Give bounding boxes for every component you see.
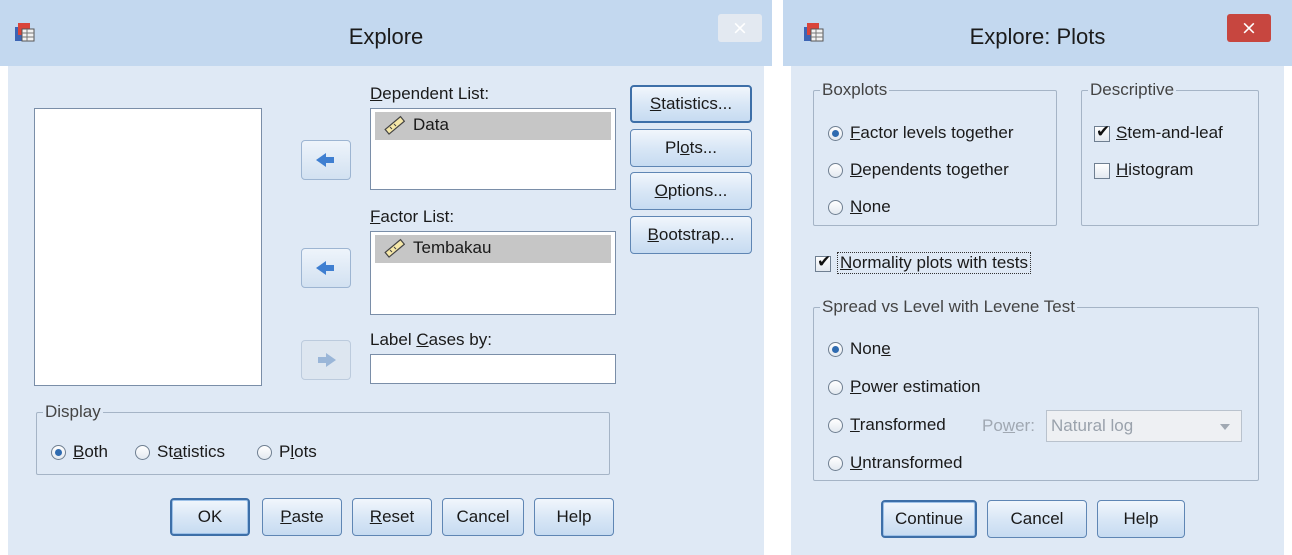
checkmark-icon: ✔ [1096, 122, 1111, 142]
display-statistics-label[interactable]: Statistics [157, 442, 225, 462]
bootstrap-button-text: ootstrap... [658, 225, 735, 244]
factor-list[interactable]: Tembakau [370, 231, 616, 315]
power-select[interactable]: Natural log [1046, 410, 1242, 442]
help-button[interactable]: Help [534, 498, 614, 536]
untransformed-label[interactable]: Untransformed [850, 453, 962, 473]
list-item[interactable]: Data [375, 112, 611, 140]
factor-item-label: Tembakau [413, 238, 492, 257]
plots-help-button-label: Help [1123, 509, 1159, 528]
options-button[interactable]: Options... [630, 172, 752, 210]
normality-checkbox[interactable]: ✔ [815, 252, 831, 272]
stem-and-leaf-label[interactable]: Stem-and-leaf [1116, 123, 1223, 143]
statistics-button[interactable]: Statistics... [630, 85, 752, 123]
dependent-list[interactable]: Data [370, 108, 616, 190]
descriptive-group: Descriptive ✔ Stem-and-leaf Histogram [1081, 80, 1259, 226]
stem-and-leaf-checkbox[interactable]: ✔ [1094, 122, 1110, 142]
arrow-right-icon [318, 353, 336, 367]
paste-button-text: aste [291, 507, 324, 526]
close-icon[interactable]: × [1227, 14, 1271, 42]
move-to-label-cases-button[interactable] [301, 340, 351, 380]
factor-levels-together-radio[interactable] [828, 126, 843, 141]
close-glyph: × [1241, 17, 1257, 39]
scale-ruler-icon [384, 238, 405, 258]
ok-button-label: OK [197, 507, 223, 526]
dependent-item-label: Data [413, 115, 449, 134]
close-icon[interactable]: × [718, 14, 762, 42]
untransformed-radio[interactable] [828, 456, 843, 471]
boxplots-group: Boxplots Factor levels together Dependen… [813, 80, 1057, 226]
paste-button[interactable]: Paste [262, 498, 342, 536]
spread-level-group: Spread vs Level with Levene Test None Po… [813, 297, 1259, 481]
label-cases-label: Label Cases by: [370, 330, 492, 350]
display-plots-radio[interactable] [257, 445, 272, 460]
display-both-label[interactable]: Both [73, 442, 108, 462]
cancel-button[interactable]: Cancel [442, 498, 524, 536]
source-variable-list[interactable] [34, 108, 262, 386]
explore-titlebar: Explore × [0, 0, 772, 66]
plots-button-text: Plots... [665, 138, 717, 157]
histogram-checkbox[interactable] [1094, 163, 1110, 179]
move-to-factor-button[interactable] [301, 248, 351, 288]
dependents-together-radio[interactable] [828, 163, 843, 178]
plots-help-button[interactable]: Help [1097, 500, 1185, 538]
continue-button[interactable]: Continue [881, 500, 977, 538]
boxplot-none-radio[interactable] [828, 200, 843, 215]
statistics-button-text: tatistics... [661, 94, 733, 113]
arrow-left-icon [316, 153, 334, 167]
display-statistics-radio[interactable] [135, 445, 150, 460]
dependents-together-label[interactable]: Dependents together [850, 160, 1009, 180]
normality-label[interactable]: Normality plots with tests [837, 252, 1032, 274]
reset-button[interactable]: Reset [352, 498, 432, 536]
boxplots-legend: Boxplots [820, 80, 890, 100]
factor-list-label-text: actor List: [380, 207, 455, 226]
bootstrap-button[interactable]: Bootstrap... [630, 216, 752, 254]
label-cases-label-text: Label Cases by: [370, 330, 492, 349]
checkmark-icon: ✔ [817, 252, 832, 272]
list-item[interactable]: Tembakau [375, 235, 611, 263]
dependent-list-label-text: ependent List: [382, 84, 490, 103]
continue-button-label: Continue [894, 509, 964, 528]
move-to-dependent-button[interactable] [301, 140, 351, 180]
transformed-radio[interactable] [828, 418, 843, 433]
help-button-label: Help [556, 507, 592, 526]
explore-client: Dependent List: Data Factor List: Tembak… [8, 66, 764, 555]
ok-button[interactable]: OK [170, 498, 250, 536]
power-estimation-radio[interactable] [828, 380, 843, 395]
transformed-label[interactable]: Transformed [850, 415, 946, 435]
power-label: Power: [982, 416, 1035, 435]
cancel-button-label: Cancel [456, 507, 510, 526]
options-button-text: ptions... [667, 181, 728, 200]
plots-cancel-button[interactable]: Cancel [987, 500, 1087, 538]
power-estimation-label[interactable]: Power estimation [850, 377, 980, 397]
factor-levels-together-label[interactable]: Factor levels together [850, 123, 1013, 143]
scale-ruler-icon [384, 115, 405, 135]
reset-button-text: eset [382, 507, 415, 526]
dependent-list-label: Dependent List: [370, 84, 490, 103]
display-group: Display Both Statistics Plots [36, 402, 610, 475]
explore-window: Explore × Dependent List: Data Factor Li… [0, 0, 772, 555]
arrow-left-icon [316, 261, 334, 275]
display-plots-label[interactable]: Plots [279, 442, 317, 462]
display-both-radio[interactable] [51, 445, 66, 460]
spread-none-label[interactable]: None [850, 339, 891, 359]
descriptive-legend: Descriptive [1088, 80, 1177, 100]
plots-titlebar: Explore: Plots × [783, 0, 1292, 66]
plots-cancel-button-label: Cancel [1010, 509, 1064, 528]
plots-button[interactable]: Plots... [630, 129, 752, 167]
plots-window: Explore: Plots × Boxplots Factor levels … [783, 0, 1292, 555]
plots-title: Explore: Plots [969, 24, 1106, 49]
chevron-down-icon [1220, 424, 1230, 430]
explore-title: Explore [348, 24, 424, 49]
label-cases-field[interactable] [370, 354, 616, 384]
display-legend: Display [43, 402, 103, 422]
histogram-label[interactable]: Histogram [1116, 160, 1193, 180]
spread-none-radio[interactable] [828, 342, 843, 357]
factor-list-label: Factor List: [370, 207, 455, 226]
plots-client: Boxplots Factor levels together Dependen… [791, 66, 1284, 555]
close-glyph: × [732, 17, 748, 39]
power-select-value: Natural log [1051, 416, 1134, 435]
boxplot-none-label[interactable]: None [850, 197, 891, 217]
spread-legend: Spread vs Level with Levene Test [820, 297, 1077, 317]
